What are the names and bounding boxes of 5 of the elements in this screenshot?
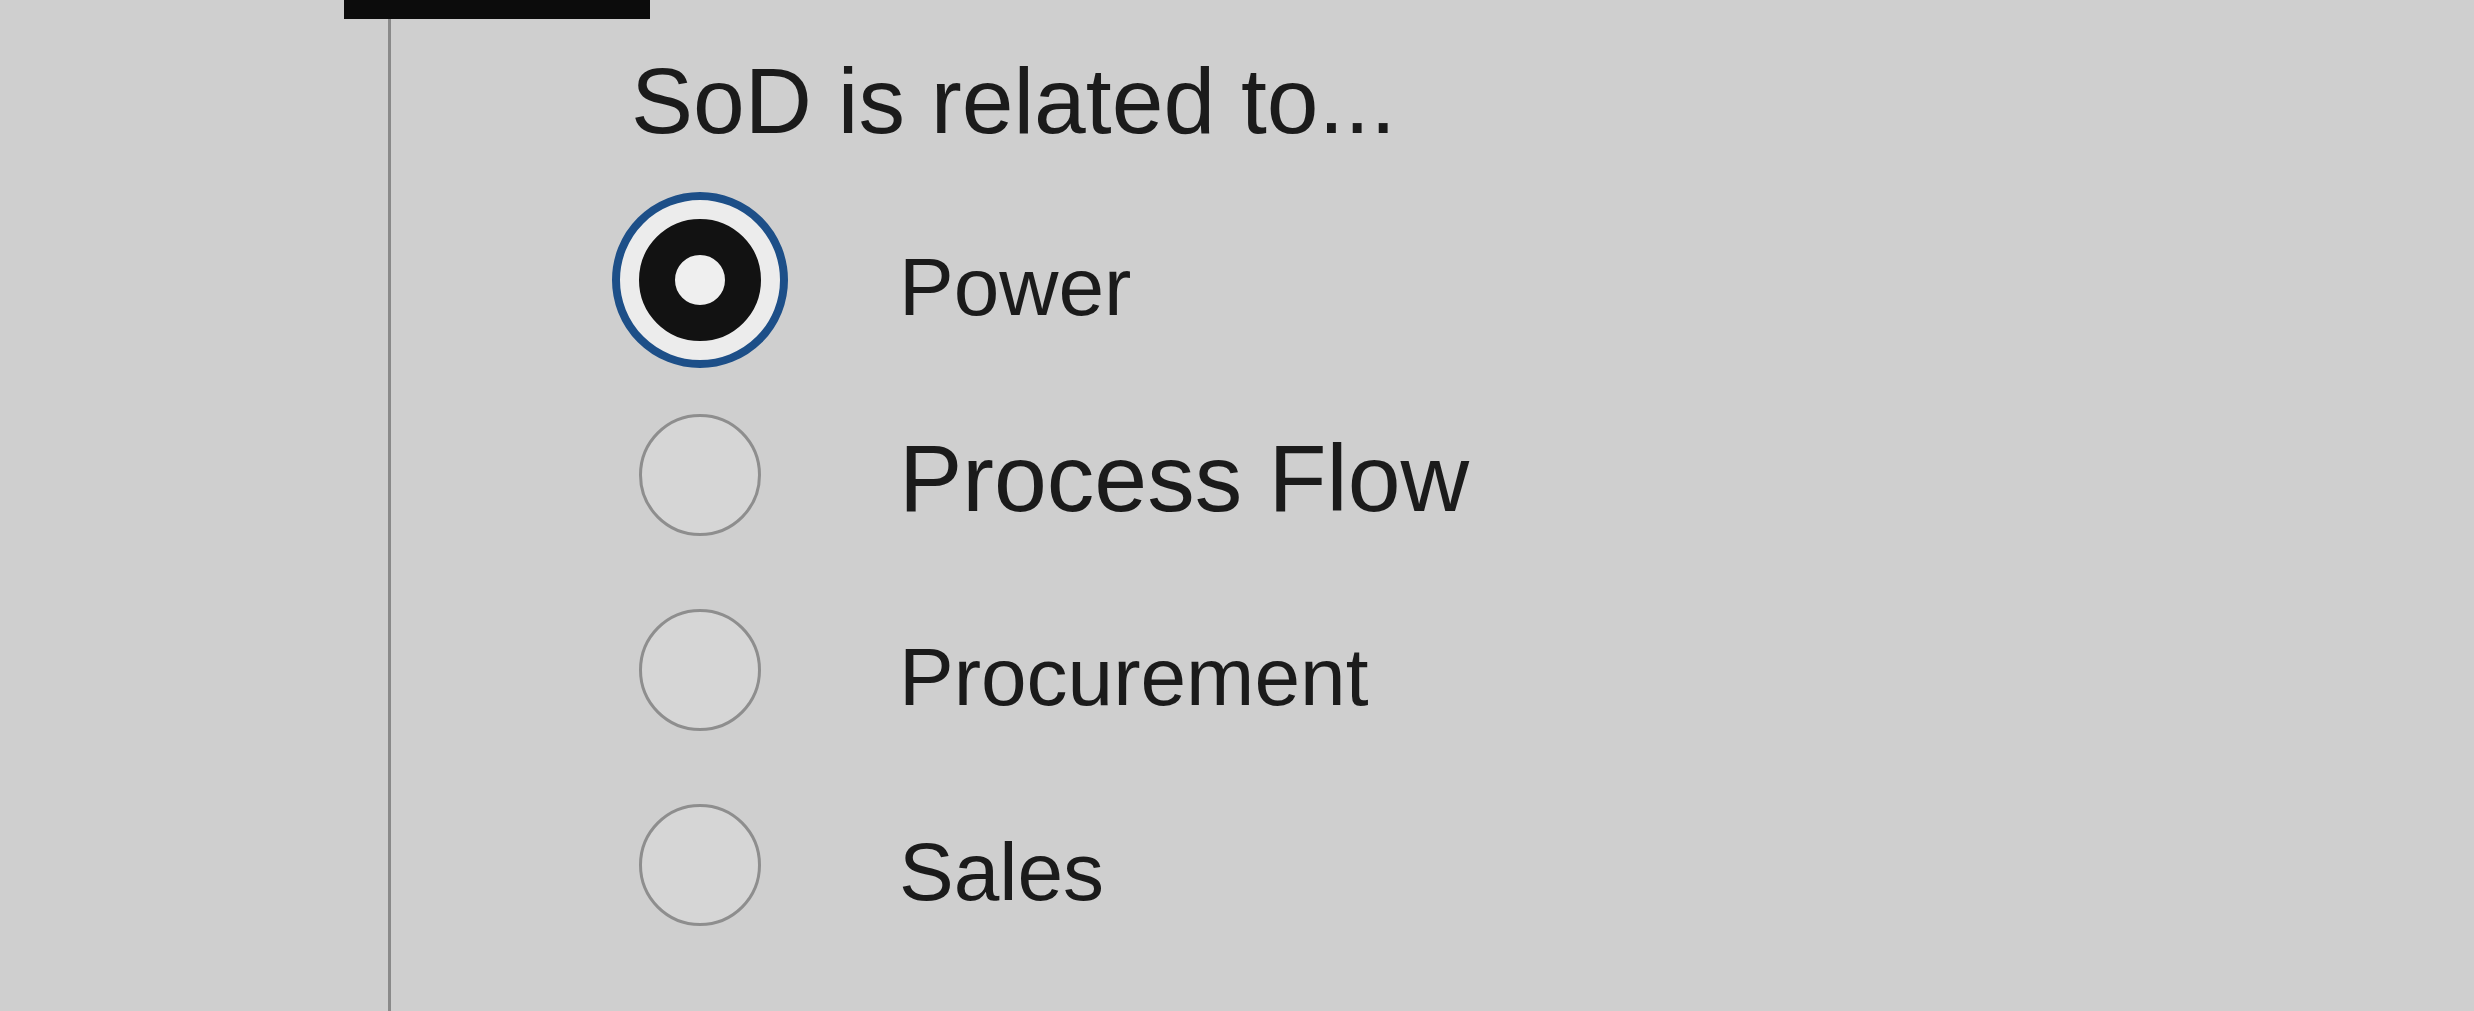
option-label[interactable]: Power (899, 227, 1132, 332)
question-text: SoD is related to... (631, 50, 1398, 153)
option-label[interactable]: Procurement (899, 617, 1369, 722)
option-label[interactable]: Process Flow (899, 419, 1470, 531)
option-label[interactable]: Sales (899, 812, 1105, 917)
